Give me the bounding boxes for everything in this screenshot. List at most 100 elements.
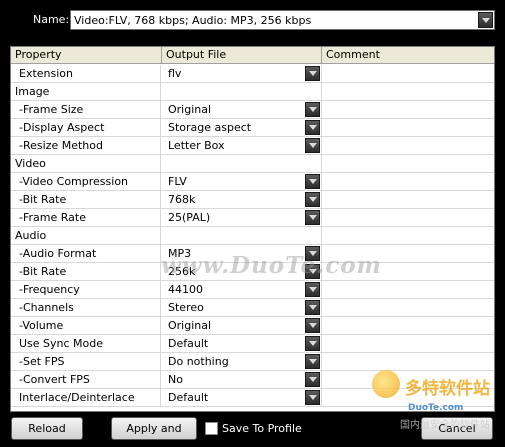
comment-cell[interactable] bbox=[322, 353, 494, 370]
chevron-down-icon[interactable] bbox=[305, 120, 320, 135]
property-name-cell: -Display Aspect bbox=[11, 119, 161, 136]
output-value-cell[interactable]: FLV bbox=[162, 173, 322, 190]
chevron-down-icon[interactable] bbox=[305, 138, 320, 153]
comment-cell[interactable] bbox=[322, 101, 494, 118]
table-row[interactable]: Use Sync Mode Default bbox=[11, 335, 494, 353]
table-row[interactable]: -Convert FPS No bbox=[11, 371, 494, 389]
table-row[interactable]: Audio bbox=[11, 227, 494, 245]
table-row[interactable]: -Frequency 44100 bbox=[11, 281, 494, 299]
column-header-property[interactable]: Property bbox=[11, 47, 162, 64]
output-value-cell[interactable]: Stereo bbox=[162, 299, 322, 316]
comment-cell[interactable] bbox=[322, 137, 494, 154]
grid-rows: Extension flv Image -Frame Size Original -Dis… bbox=[11, 65, 494, 407]
comment-cell[interactable] bbox=[322, 317, 494, 334]
property-name-cell: -Bit Rate bbox=[11, 191, 161, 208]
table-row[interactable]: -Audio Format MP3 bbox=[11, 245, 494, 263]
grid-header: Property Output File Comment bbox=[11, 47, 494, 64]
column-header-output-file[interactable]: Output File bbox=[162, 47, 322, 64]
output-value-cell[interactable]: Do nothing bbox=[162, 353, 322, 370]
comment-cell[interactable] bbox=[322, 227, 494, 244]
comment-cell[interactable] bbox=[322, 299, 494, 316]
chevron-down-icon[interactable] bbox=[305, 372, 320, 387]
output-value-cell[interactable]: 25(PAL) bbox=[162, 209, 322, 226]
table-row[interactable]: -Display Aspect Storage aspect bbox=[11, 119, 494, 137]
output-value-cell[interactable]: Default bbox=[162, 389, 322, 406]
chevron-down-icon[interactable] bbox=[305, 336, 320, 351]
comment-cell[interactable] bbox=[322, 245, 494, 262]
chevron-down-icon[interactable] bbox=[305, 390, 320, 405]
table-row[interactable]: -Frame Size Original bbox=[11, 101, 494, 119]
output-value-cell[interactable]: Storage aspect bbox=[162, 119, 322, 136]
output-value-cell[interactable]: MP3 bbox=[162, 245, 322, 262]
table-row[interactable]: -Video Compression FLV bbox=[11, 173, 494, 191]
chevron-down-icon[interactable] bbox=[305, 246, 320, 261]
comment-cell[interactable] bbox=[322, 371, 494, 388]
table-row[interactable]: -Volume Original bbox=[11, 317, 494, 335]
chevron-down-icon[interactable] bbox=[305, 354, 320, 369]
table-row[interactable]: Video bbox=[11, 155, 494, 173]
table-row[interactable]: -Frame Rate 25(PAL) bbox=[11, 209, 494, 227]
table-row[interactable]: Interlace/Deinterlace Default bbox=[11, 389, 494, 407]
chevron-down-icon[interactable] bbox=[305, 66, 320, 81]
comment-cell[interactable] bbox=[322, 209, 494, 226]
table-row[interactable]: -Set FPS Do nothing bbox=[11, 353, 494, 371]
column-header-comment[interactable]: Comment bbox=[322, 47, 494, 64]
chevron-down-icon[interactable] bbox=[478, 12, 493, 28]
property-name-cell: -Frame Rate bbox=[11, 209, 161, 226]
property-name-cell: -Video Compression bbox=[11, 173, 161, 190]
comment-cell[interactable] bbox=[322, 83, 494, 100]
output-value-cell bbox=[162, 155, 322, 172]
comment-cell[interactable] bbox=[322, 389, 494, 406]
property-name-cell: -Volume bbox=[11, 317, 161, 334]
table-row[interactable]: Extension flv bbox=[11, 65, 494, 83]
property-name-cell: Audio bbox=[11, 227, 161, 244]
profile-name-value: Video:FLV, 768 kbps; Audio: MP3, 256 kbp… bbox=[74, 14, 312, 27]
property-name-cell: Video bbox=[11, 155, 161, 172]
property-name-cell: -Set FPS bbox=[11, 353, 161, 370]
comment-cell[interactable] bbox=[322, 263, 494, 280]
chevron-down-icon[interactable] bbox=[305, 282, 320, 297]
output-value-cell[interactable]: Default bbox=[162, 335, 322, 352]
comment-cell[interactable] bbox=[322, 281, 494, 298]
chevron-down-icon[interactable] bbox=[305, 174, 320, 189]
output-value-cell[interactable]: Letter Box bbox=[162, 137, 322, 154]
chevron-down-icon[interactable] bbox=[305, 210, 320, 225]
chevron-down-icon[interactable] bbox=[305, 318, 320, 333]
profile-name-combobox[interactable]: Video:FLV, 768 kbps; Audio: MP3, 256 kbp… bbox=[70, 10, 495, 30]
output-value-cell[interactable]: 44100 bbox=[162, 281, 322, 298]
cancel-button[interactable]: Cancel bbox=[421, 417, 493, 440]
comment-cell[interactable] bbox=[322, 65, 494, 82]
output-value-cell[interactable]: 768k bbox=[162, 191, 322, 208]
comment-cell[interactable] bbox=[322, 173, 494, 190]
property-name-cell: Interlace/Deinterlace bbox=[11, 389, 161, 406]
property-name-cell: Use Sync Mode bbox=[11, 335, 161, 352]
apply-and-close-button[interactable]: Apply and Close bbox=[111, 417, 197, 447]
table-row[interactable]: -Bit Rate 768k bbox=[11, 191, 494, 209]
chevron-down-icon[interactable] bbox=[305, 264, 320, 279]
chevron-down-icon[interactable] bbox=[305, 102, 320, 117]
table-row[interactable]: Image bbox=[11, 83, 494, 101]
table-row[interactable]: -Resize Method Letter Box bbox=[11, 137, 494, 155]
chevron-down-icon[interactable] bbox=[305, 192, 320, 207]
name-label: Name: bbox=[33, 13, 70, 26]
comment-cell[interactable] bbox=[322, 119, 494, 136]
output-value-cell[interactable]: flv bbox=[162, 65, 322, 82]
comment-cell[interactable] bbox=[322, 191, 494, 208]
property-name-cell: -Frequency bbox=[11, 281, 161, 298]
output-value-cell[interactable]: Original bbox=[162, 317, 322, 334]
footer-bar: Reload Apply and Close Save To Profile C… bbox=[0, 412, 505, 447]
property-name-cell: Extension bbox=[11, 65, 161, 82]
output-value-cell bbox=[162, 227, 322, 244]
output-value-cell[interactable]: Original bbox=[162, 101, 322, 118]
output-value-cell[interactable]: No bbox=[162, 371, 322, 388]
save-to-profile-checkbox[interactable] bbox=[205, 422, 218, 435]
property-name-cell: Image bbox=[11, 83, 161, 100]
reload-button[interactable]: Reload bbox=[11, 417, 83, 440]
table-row[interactable]: -Bit Rate 256k bbox=[11, 263, 494, 281]
comment-cell[interactable] bbox=[322, 335, 494, 352]
property-name-cell: -Convert FPS bbox=[11, 371, 161, 388]
comment-cell[interactable] bbox=[322, 155, 494, 172]
table-row[interactable]: -Channels Stereo bbox=[11, 299, 494, 317]
chevron-down-icon[interactable] bbox=[305, 300, 320, 315]
output-value-cell[interactable]: 256k bbox=[162, 263, 322, 280]
